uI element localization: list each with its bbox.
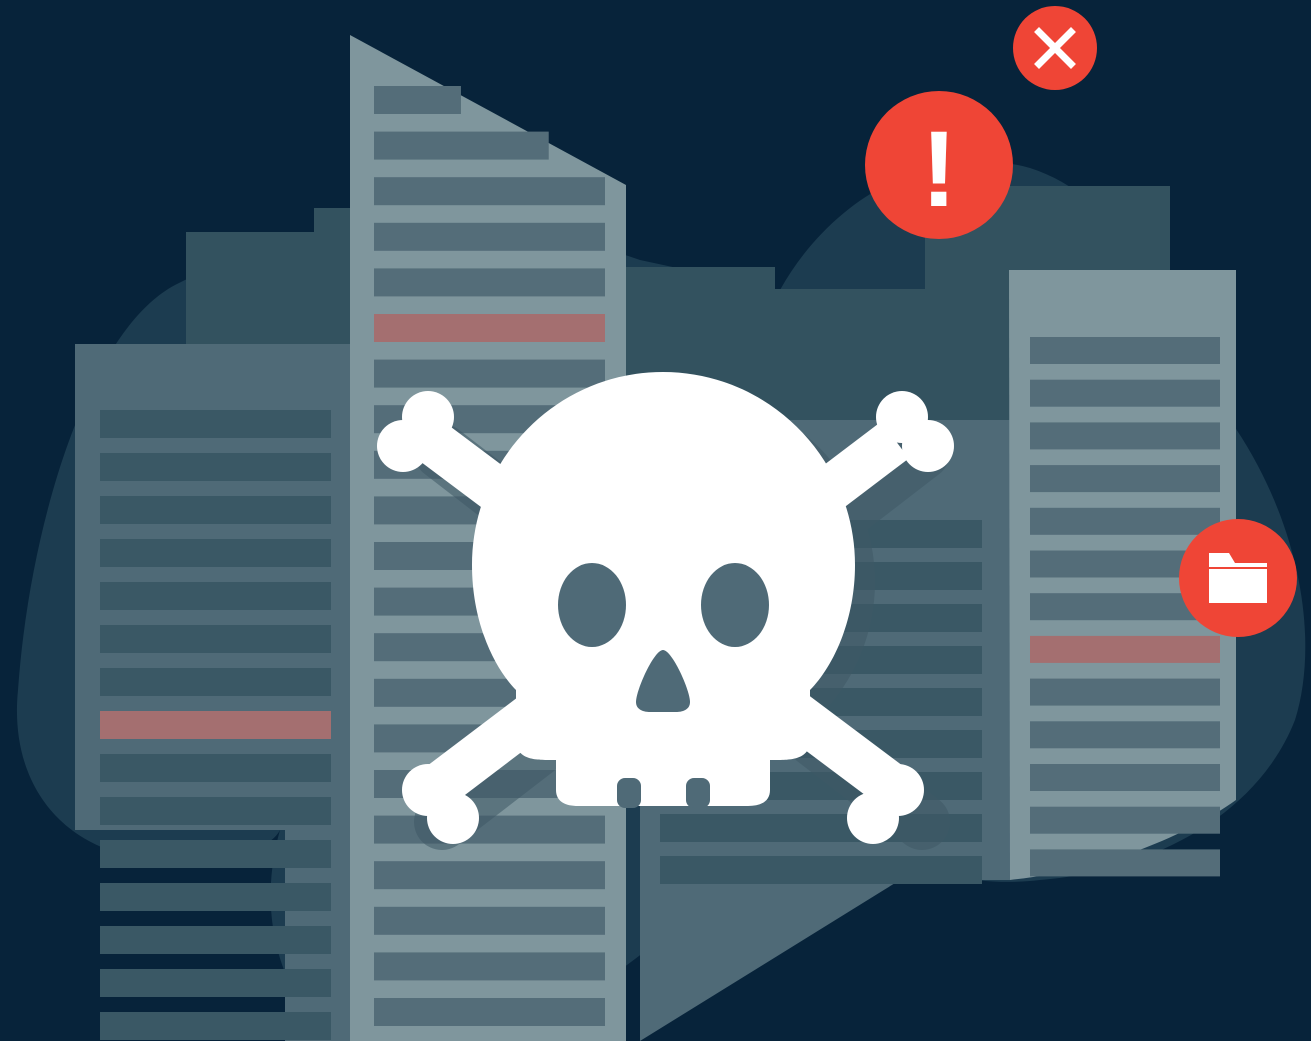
window-stripe <box>1030 678 1220 706</box>
window-stripe <box>374 998 605 1026</box>
alert-window <box>374 314 605 342</box>
skull-right-eye <box>701 563 769 647</box>
left-building <box>75 344 355 1041</box>
window-stripe <box>100 668 331 696</box>
window-stripe <box>100 582 331 610</box>
exclamation-icon: ! <box>921 108 957 229</box>
window-stripe <box>374 222 605 251</box>
illustration: ! <box>0 0 1311 1041</box>
window-stripe <box>1030 764 1220 791</box>
window-stripe <box>100 539 331 567</box>
close-badge <box>1013 6 1097 90</box>
window-stripe <box>100 410 331 438</box>
window-stripe <box>100 840 331 868</box>
window-stripe <box>1030 379 1220 407</box>
window-stripe <box>1030 849 1220 877</box>
skull-icon <box>472 372 855 808</box>
window-stripe <box>374 359 605 388</box>
window-stripe <box>100 625 331 653</box>
window-stripe <box>1030 337 1220 364</box>
window-stripe <box>1030 507 1220 535</box>
window-stripe <box>1030 721 1220 749</box>
window-stripe <box>100 496 331 524</box>
skull-tooth-gap-right <box>686 778 710 808</box>
window-stripe <box>100 1012 331 1040</box>
alert-window <box>1030 635 1220 663</box>
skull-left-eye <box>558 563 626 647</box>
window-stripe <box>660 856 982 884</box>
window-stripe <box>1030 422 1220 450</box>
window-stripe <box>100 453 331 481</box>
window-stripe <box>100 969 331 997</box>
window-stripe <box>100 926 331 954</box>
window-stripe <box>100 883 331 911</box>
window-stripe <box>374 268 605 297</box>
warning-badge: ! <box>865 91 1013 239</box>
skull-tooth-gap-left <box>617 778 641 808</box>
window-stripe <box>374 86 461 114</box>
window-stripe <box>1030 465 1220 493</box>
window-stripe <box>374 906 605 935</box>
window-stripe <box>100 797 331 825</box>
window-stripe <box>374 177 605 206</box>
window-stripe <box>1030 806 1220 834</box>
alert-window <box>100 711 331 739</box>
folder-badge <box>1179 519 1297 637</box>
window-stripe <box>374 952 605 981</box>
window-stripe <box>100 754 331 782</box>
window-stripe <box>374 861 605 890</box>
window-stripe <box>374 131 549 160</box>
